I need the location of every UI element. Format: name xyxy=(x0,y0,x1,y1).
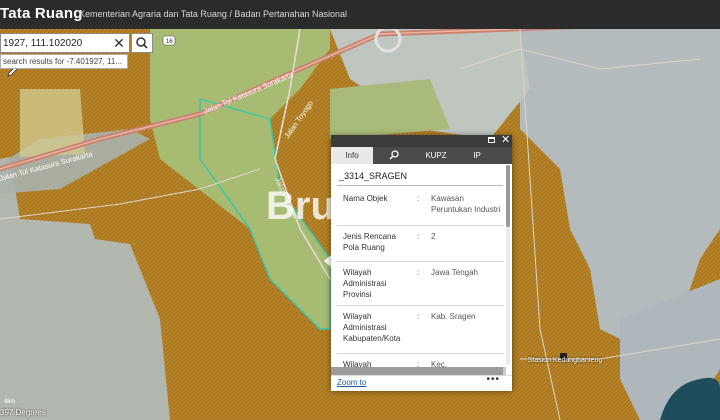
divider xyxy=(337,185,503,186)
station-label: Stasiun Kedungbanteng xyxy=(527,357,603,364)
scale-label: 4km xyxy=(4,399,16,405)
attribute-row: Wilayah : Kec. Sembungmacan xyxy=(337,354,504,367)
popup-footer: Zoom to ••• xyxy=(331,374,512,391)
tab-search[interactable] xyxy=(373,147,415,164)
popup-titlebar: ✕ xyxy=(331,134,512,147)
route-shield-label: 16 xyxy=(166,39,173,45)
attribute-colon: : xyxy=(417,268,420,277)
search-box: ✕ xyxy=(0,33,130,53)
watermark: Bru xyxy=(266,184,335,228)
popup-tabs: Info KUPZ IP xyxy=(331,147,512,164)
attribute-label: Wilayah Administrasi Kabupaten/Kota xyxy=(343,312,401,343)
zoom-to-link[interactable]: Zoom to xyxy=(337,378,366,387)
attribute-row: Wilayah Administrasi Provinsi : Jawa Ten… xyxy=(337,262,504,306)
attribute-value: Kab. Sragen xyxy=(431,312,476,321)
horizontal-scrollbar[interactable] xyxy=(331,367,506,375)
tab-ip[interactable]: IP xyxy=(457,147,497,164)
attribute-row: Nama Objek : Kawasan Peruntukan Industri xyxy=(337,188,504,226)
maximize-icon[interactable] xyxy=(488,137,495,143)
attribute-row: Jenis Rencana Pola Ruang : 2 xyxy=(337,226,504,262)
app-title: Tata Ruang xyxy=(0,5,83,22)
attribute-colon: : xyxy=(417,360,420,367)
attribute-value: 2 xyxy=(431,232,436,241)
horizontal-scroll-thumb[interactable] xyxy=(331,367,503,375)
attribute-value: Jawa Tengah xyxy=(431,268,478,277)
search-icon xyxy=(389,150,399,160)
attribute-label: Wilayah xyxy=(343,360,372,367)
info-popup: ✕ Info KUPZ IP _3314_SRAGEN Nama Objek :… xyxy=(331,134,512,391)
popup-pointer xyxy=(324,255,331,267)
app-header: Tata Ruang Kementerian Agraria dan Tata … xyxy=(0,0,720,29)
attribute-row: Wilayah Administrasi Kabupaten/Kota : Ka… xyxy=(337,306,504,354)
attribute-value: Kec. Sembungmacan xyxy=(431,360,448,367)
feature-title: _3314_SRAGEN xyxy=(339,171,408,181)
close-icon[interactable]: ✕ xyxy=(501,134,510,147)
attribute-colon: : xyxy=(417,312,420,321)
green-patch-north xyxy=(330,79,450,139)
attribute-list[interactable]: Nama Objek : Kawasan Peruntukan Industri… xyxy=(331,188,512,367)
attribute-colon: : xyxy=(417,232,420,241)
attribute-value: Kawasan Peruntukan Industri xyxy=(431,194,501,214)
clear-search-icon[interactable]: ✕ xyxy=(112,35,126,51)
attribute-label: Nama Objek xyxy=(343,194,388,203)
vertical-scrollbar[interactable] xyxy=(506,165,510,365)
attribute-colon: : xyxy=(417,194,420,203)
tab-kupz[interactable]: KUPZ xyxy=(415,147,457,164)
search-suggestion[interactable]: search results for -7.401927, 11... xyxy=(0,54,128,69)
search-button[interactable] xyxy=(131,33,153,53)
magnifier-icon xyxy=(136,37,148,49)
tab-info[interactable]: Info xyxy=(331,147,373,164)
coordinate-readout: 397 Degrees xyxy=(0,408,46,417)
app-subtitle: Kementerian Agraria dan Tata Ruang / Bad… xyxy=(79,9,348,19)
attribute-label: Wilayah Administrasi Provinsi xyxy=(343,268,387,299)
attribute-label: Jenis Rencana Pola Ruang xyxy=(343,232,396,252)
more-options-icon[interactable]: ••• xyxy=(486,374,500,385)
search-input[interactable] xyxy=(1,34,109,52)
vertical-scroll-thumb[interactable] xyxy=(506,165,510,227)
